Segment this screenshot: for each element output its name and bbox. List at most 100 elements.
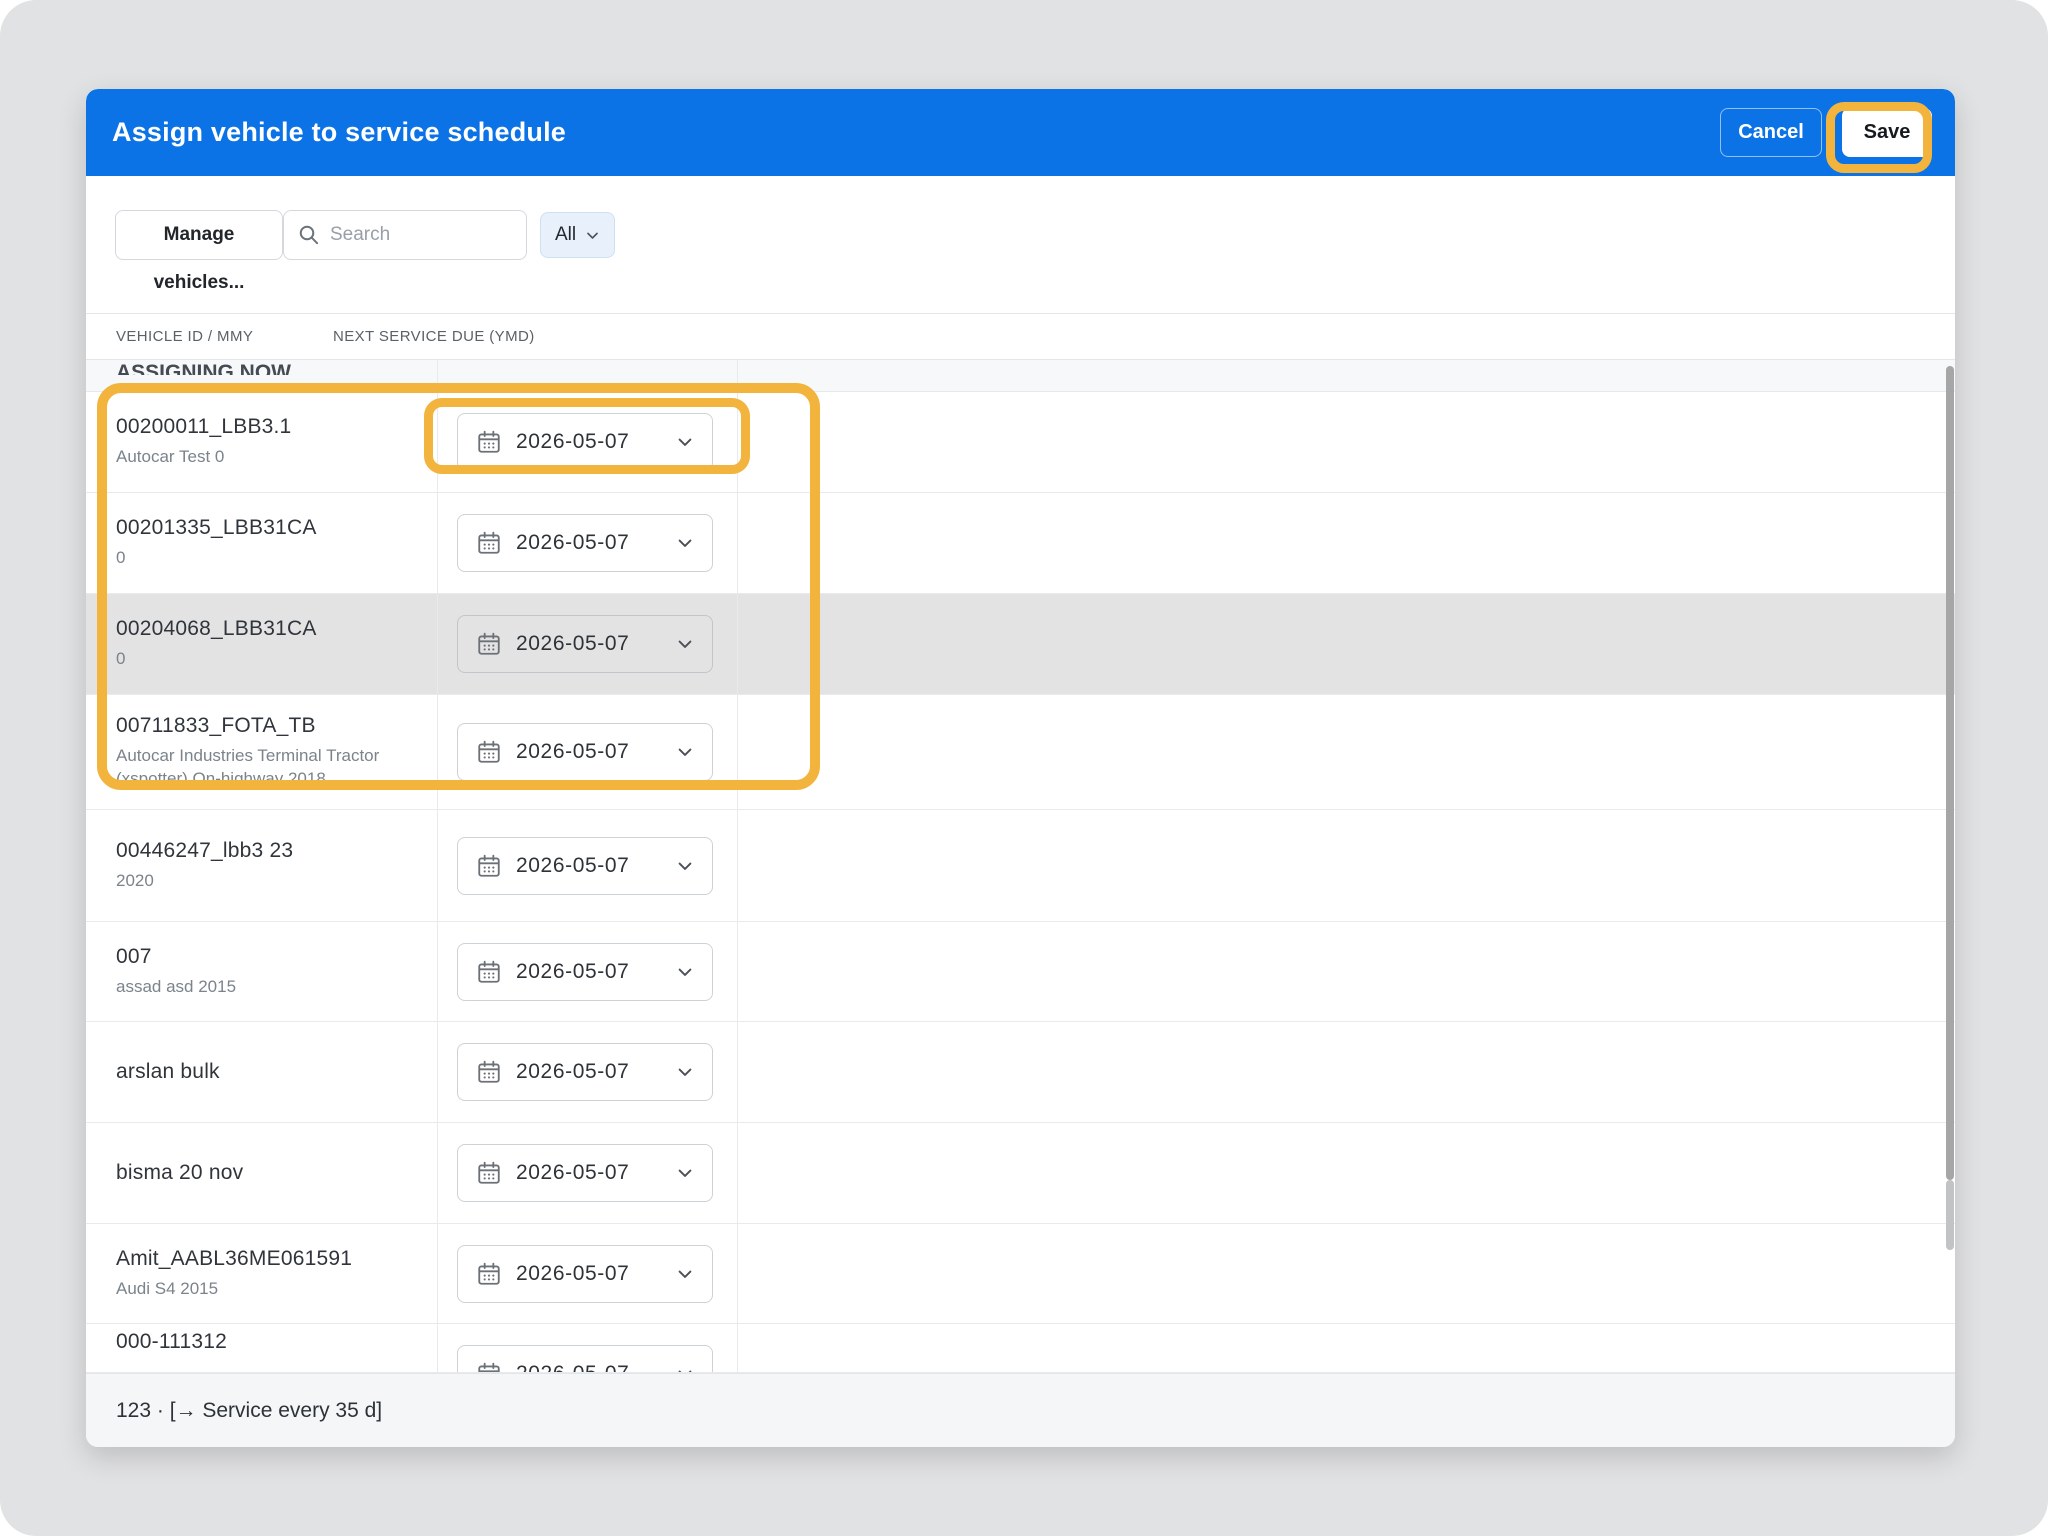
table-row[interactable]: bisma 20 nov 2026-05-07 (86, 1123, 1955, 1224)
vehicle-cell: 00200011_LBB3.1 Autocar Test 0 (116, 392, 416, 492)
chevron-down-icon (676, 857, 694, 875)
manage-vehicles-button[interactable]: Manage vehicles... (115, 210, 283, 260)
next-service-date-picker[interactable]: 2026-05-07 (457, 723, 713, 781)
column-divider (737, 360, 738, 1373)
table-row[interactable]: 00446247_lbb3 23 2020 2026-05-07 (86, 810, 1955, 922)
chevron-down-icon (676, 963, 694, 981)
chevron-down-icon (676, 1164, 694, 1182)
date-value: 2026-05-07 (516, 740, 662, 764)
chevron-down-icon (676, 1265, 694, 1283)
filter-dropdown[interactable]: All (540, 212, 615, 258)
column-header-vehicle-id: VEHICLE ID / MMY (116, 314, 253, 360)
column-divider (437, 360, 438, 1373)
vehicle-id: 00446247_lbb3 23 (116, 839, 416, 863)
date-value: 2026-05-07 (516, 1060, 662, 1084)
table-row-clipped[interactable]: 000-111312 2026-05-07 (86, 1324, 1955, 1373)
vehicle-id: 007 (116, 945, 416, 969)
vehicle-cell: 00204068_LBB31CA 0 (116, 594, 416, 694)
date-value: 2026-05-07 (516, 1362, 662, 1373)
vehicle-cell: 00201335_LBB31CA 0 (116, 493, 416, 593)
filter-dropdown-value: All (555, 224, 576, 246)
table-row[interactable]: 00711833_FOTA_TB Autocar Industries Term… (86, 695, 1955, 810)
chevron-down-icon (676, 534, 694, 552)
vehicle-id: Amit_AABL36ME061591 (116, 1247, 416, 1271)
vehicle-cell: 000-111312 (116, 1324, 416, 1372)
chevron-down-icon (676, 433, 694, 451)
vehicle-cell: 00711833_FOTA_TB Autocar Industries Term… (116, 695, 416, 809)
date-value: 2026-05-07 (516, 531, 662, 555)
calendar-icon (476, 530, 502, 556)
scrollbar-thumb[interactable] (1946, 366, 1954, 1180)
vehicle-mmy: 0 (116, 547, 416, 570)
calendar-icon (476, 1261, 502, 1287)
modal-title: Assign vehicle to service schedule (112, 89, 566, 176)
table-header-row: VEHICLE ID / MMY NEXT SERVICE DUE (YMD) (86, 313, 1955, 360)
vehicle-id: arslan bulk (116, 1060, 416, 1084)
search-icon (298, 224, 320, 246)
search-input[interactable] (330, 224, 500, 246)
vehicle-cell: 007 assad asd 2015 (116, 922, 416, 1021)
next-service-date-picker[interactable]: 2026-05-07 (457, 1345, 713, 1373)
vehicle-id: 000-111312 (116, 1330, 416, 1354)
clipped-group-label: ASSIGNING NOW (116, 361, 291, 375)
calendar-icon (476, 739, 502, 765)
calendar-icon (476, 1160, 502, 1186)
vehicle-mmy: assad asd 2015 (116, 976, 416, 999)
vehicle-cell: bisma 20 nov (116, 1123, 416, 1223)
column-header-next-service: NEXT SERVICE DUE (YMD) (333, 314, 535, 360)
vehicle-id: 00201335_LBB31CA (116, 516, 416, 540)
vehicle-id: 00711833_FOTA_TB (116, 714, 416, 738)
modal-footer: 123 · [→ Service every 35 d] (86, 1373, 1955, 1447)
scrollbar-thumb-fade (1946, 1180, 1954, 1250)
vehicle-mmy: 2020 (116, 870, 416, 893)
next-service-date-picker[interactable]: 2026-05-07 (457, 1144, 713, 1202)
page-background: Assign vehicle to service schedule Cance… (0, 0, 2048, 1536)
table-row[interactable]: Amit_AABL36ME061591 Audi S4 2015 2026-05… (86, 1224, 1955, 1324)
next-service-date-picker[interactable]: 2026-05-07 (457, 615, 713, 673)
chevron-down-icon (585, 228, 600, 243)
date-value: 2026-05-07 (516, 632, 662, 656)
chevron-down-icon (676, 743, 694, 761)
vehicle-id: 00204068_LBB31CA (116, 617, 416, 641)
calendar-icon (476, 959, 502, 985)
vehicle-id: 00200011_LBB3.1 (116, 415, 416, 439)
assign-vehicle-modal: Assign vehicle to service schedule Cance… (86, 89, 1955, 1447)
calendar-icon (476, 1361, 502, 1373)
table-row[interactable]: 00200011_LBB3.1 Autocar Test 0 2026-05-0… (86, 392, 1955, 493)
search-box[interactable] (283, 210, 527, 260)
table-row[interactable]: 00201335_LBB31CA 0 2026-05-07 (86, 493, 1955, 594)
table-row[interactable]: arslan bulk 2026-05-07 (86, 1022, 1955, 1123)
vehicle-mmy: 0 (116, 648, 416, 671)
next-service-date-picker[interactable]: 2026-05-07 (457, 837, 713, 895)
clipped-group-header-row: ASSIGNING NOW (86, 360, 1955, 392)
vehicle-mmy: Autocar Test 0 (116, 446, 416, 469)
date-value: 2026-05-07 (516, 960, 662, 984)
chevron-down-icon (676, 1365, 694, 1373)
vehicle-mmy: Autocar Industries Terminal Tractor (xsp… (116, 745, 416, 791)
vehicle-cell: Amit_AABL36ME061591 Audi S4 2015 (116, 1224, 416, 1323)
calendar-icon (476, 631, 502, 657)
date-value: 2026-05-07 (516, 1161, 662, 1185)
next-service-date-picker[interactable]: 2026-05-07 (457, 1245, 713, 1303)
save-button[interactable]: Save (1842, 108, 1932, 157)
date-value: 2026-05-07 (516, 430, 662, 454)
calendar-icon (476, 853, 502, 879)
next-service-date-picker[interactable]: 2026-05-07 (457, 1043, 713, 1101)
date-value: 2026-05-07 (516, 854, 662, 878)
vehicle-table-body: 00200011_LBB3.1 Autocar Test 0 2026-05-0… (86, 392, 1955, 1373)
modal-header: Assign vehicle to service schedule Cance… (86, 89, 1955, 176)
table-row-highlighted[interactable]: 00204068_LBB31CA 0 2026-05-07 (86, 594, 1955, 695)
calendar-icon (476, 1059, 502, 1085)
date-value: 2026-05-07 (516, 1262, 662, 1286)
chevron-down-icon (676, 1063, 694, 1081)
next-service-date-picker[interactable]: 2026-05-07 (457, 943, 713, 1001)
next-service-date-picker[interactable]: 2026-05-07 (457, 514, 713, 572)
footer-summary: 123 · [→ Service every 35 d] (116, 1374, 382, 1447)
table-row[interactable]: 007 assad asd 2015 2026-05-07 (86, 922, 1955, 1022)
vehicle-mmy: Audi S4 2015 (116, 1278, 416, 1301)
next-service-date-picker[interactable]: 2026-05-07 (457, 413, 713, 471)
vehicle-cell: arslan bulk (116, 1022, 416, 1122)
chevron-down-icon (676, 635, 694, 653)
cancel-button[interactable]: Cancel (1720, 108, 1822, 157)
vehicle-cell: 00446247_lbb3 23 2020 (116, 810, 416, 921)
